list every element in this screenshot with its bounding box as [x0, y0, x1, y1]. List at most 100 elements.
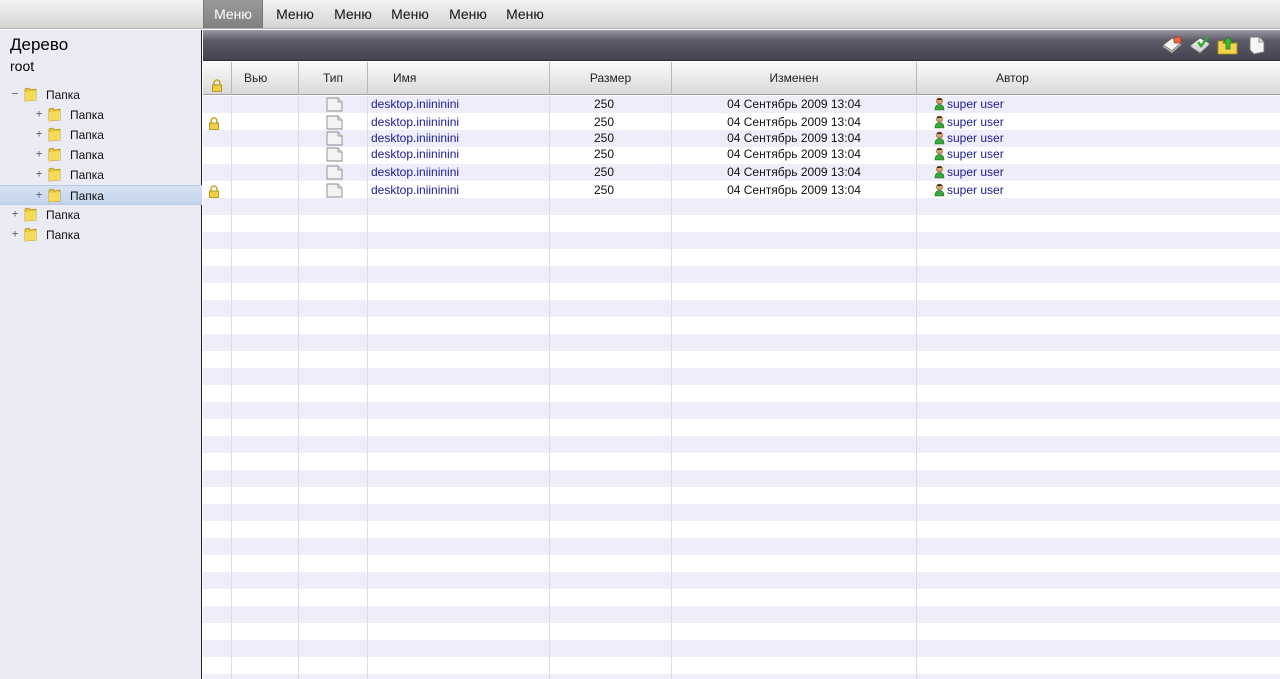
collapse-icon[interactable]: − [10, 88, 20, 100]
grid-header: Вью Тип Имя Размер Изменен Автор [203, 62, 1280, 95]
grid-stripe [203, 555, 1280, 572]
grid-stripe [203, 198, 1280, 215]
author-link[interactable]: super user [934, 114, 1004, 131]
file-name-link[interactable]: desktop.iniininini [371, 182, 459, 199]
expand-icon[interactable]: + [34, 128, 44, 140]
author-link[interactable]: super user [934, 164, 1004, 181]
menu-item-5[interactable]: Меню [441, 0, 495, 28]
file-name-link[interactable]: desktop.iniininini [371, 164, 459, 181]
column-author[interactable]: Автор [917, 62, 1280, 95]
column-size[interactable]: Размер [550, 62, 672, 95]
file-modified: 04 Сентябрь 2009 13:04 [727, 165, 861, 179]
column-modified[interactable]: Изменен [672, 62, 917, 95]
lock-icon [208, 117, 220, 130]
expand-icon[interactable]: + [34, 189, 44, 201]
author-name: super user [947, 147, 1004, 161]
column-name[interactable]: Имя [368, 62, 550, 95]
file-name-link[interactable]: desktop.iniininini [371, 146, 459, 163]
grid-stripe [203, 419, 1280, 436]
folder-icon [48, 147, 61, 162]
tree-node[interactable]: + Папка [0, 145, 202, 165]
tree-node[interactable]: + Папка [0, 105, 202, 125]
menu-item-2[interactable]: Меню [268, 0, 322, 28]
menu-item-4[interactable]: Меню [383, 0, 437, 28]
menu-item-3[interactable]: Меню [326, 0, 380, 28]
expand-icon[interactable]: + [34, 168, 44, 180]
grid-stripe [203, 368, 1280, 385]
tree-node[interactable]: + Папка [0, 125, 202, 145]
author-name: super user [947, 97, 1004, 111]
menu-item-1[interactable]: Меню [203, 0, 263, 28]
table-row[interactable]: desktop.iniininini 250 04 Сентябрь 2009 13… [203, 164, 1280, 181]
menu-item-6[interactable]: Меню [498, 0, 552, 28]
file-type-icon [326, 97, 343, 112]
grid-stripe [203, 674, 1280, 679]
file-name-link[interactable]: desktop.iniininini [371, 130, 459, 147]
grid-stripe [203, 385, 1280, 402]
user-icon [934, 115, 945, 129]
grid-stripe [203, 402, 1280, 419]
grid-stripe [203, 317, 1280, 334]
file-size: 250 [593, 183, 615, 197]
tree-node[interactable]: + Папка [0, 225, 202, 245]
column-view[interactable]: Вью [232, 62, 299, 95]
table-row[interactable]: desktop.iniininini 250 04 Сентябрь 2009 13… [203, 182, 1280, 199]
column-type[interactable]: Тип [299, 62, 368, 95]
tree-node-label: Папка [46, 88, 80, 102]
tree-node-label: Папка [46, 228, 80, 242]
grid-stripe [203, 640, 1280, 657]
file-type-icon [326, 131, 343, 146]
file-name-link[interactable]: desktop.iniininini [371, 114, 459, 131]
table-row[interactable]: desktop.iniininini 250 04 Сентябрь 2009 13… [203, 96, 1280, 113]
grid-stripe [203, 300, 1280, 317]
grid-stripe [203, 657, 1280, 674]
tree-root-label[interactable]: root [10, 58, 34, 74]
author-link[interactable]: super user [934, 182, 1004, 199]
new-doc-icon[interactable] [1160, 34, 1184, 56]
folder-icon [24, 87, 37, 102]
table-row[interactable]: desktop.iniininini 250 04 Сентябрь 2009 13… [203, 130, 1280, 147]
author-name: super user [947, 115, 1004, 129]
author-link[interactable]: super user [934, 96, 1004, 113]
grid-stripe [203, 453, 1280, 470]
tree-node-label: Папка [70, 108, 104, 122]
user-icon [934, 147, 945, 161]
file-size: 250 [593, 131, 615, 145]
folder-icon [48, 167, 61, 182]
column-lock[interactable] [203, 62, 232, 95]
folder-tree-panel: Дерево root − Папка + Папка + Папка + Папка + Пап… [0, 30, 202, 679]
tree-node[interactable]: − Папка [0, 85, 202, 105]
grid-stripe [203, 504, 1280, 521]
tree-node-label: Папка [70, 189, 104, 203]
file-type-icon [326, 165, 343, 180]
upload-folder-icon[interactable] [1216, 34, 1240, 56]
expand-icon[interactable]: + [34, 108, 44, 120]
folder-icon [48, 107, 61, 122]
menu-bar: Меню Меню Меню Меню Меню Меню [0, 0, 1280, 29]
file-type-icon [326, 115, 343, 130]
expand-icon[interactable]: + [10, 208, 20, 220]
grid-stripe [203, 334, 1280, 351]
author-link[interactable]: super user [934, 146, 1004, 163]
file-type-icon [326, 183, 343, 198]
user-icon [934, 183, 945, 197]
grid-stripe [203, 232, 1280, 249]
tree-node[interactable]: + Папка [0, 165, 202, 185]
folder-icon [24, 207, 37, 222]
author-link[interactable]: super user [934, 130, 1004, 147]
file-size: 250 [593, 115, 615, 129]
table-row[interactable]: desktop.iniininini 250 04 Сентябрь 2009 13… [203, 146, 1280, 163]
folder-icon [48, 188, 61, 203]
file-name-link[interactable]: desktop.iniininini [371, 96, 459, 113]
tree-title: Дерево [10, 35, 69, 54]
document-icon[interactable] [1244, 34, 1268, 56]
grid-stripe [203, 249, 1280, 266]
expand-icon[interactable]: + [10, 228, 20, 240]
author-name: super user [947, 131, 1004, 145]
grid-stripe [203, 470, 1280, 487]
expand-icon[interactable]: + [34, 148, 44, 160]
checkout-icon[interactable] [1188, 34, 1212, 56]
tree-node[interactable]: + Папка [0, 185, 202, 205]
table-row[interactable]: desktop.iniininini 250 04 Сентябрь 2009 13… [203, 114, 1280, 131]
tree-node[interactable]: + Папка [0, 205, 202, 225]
